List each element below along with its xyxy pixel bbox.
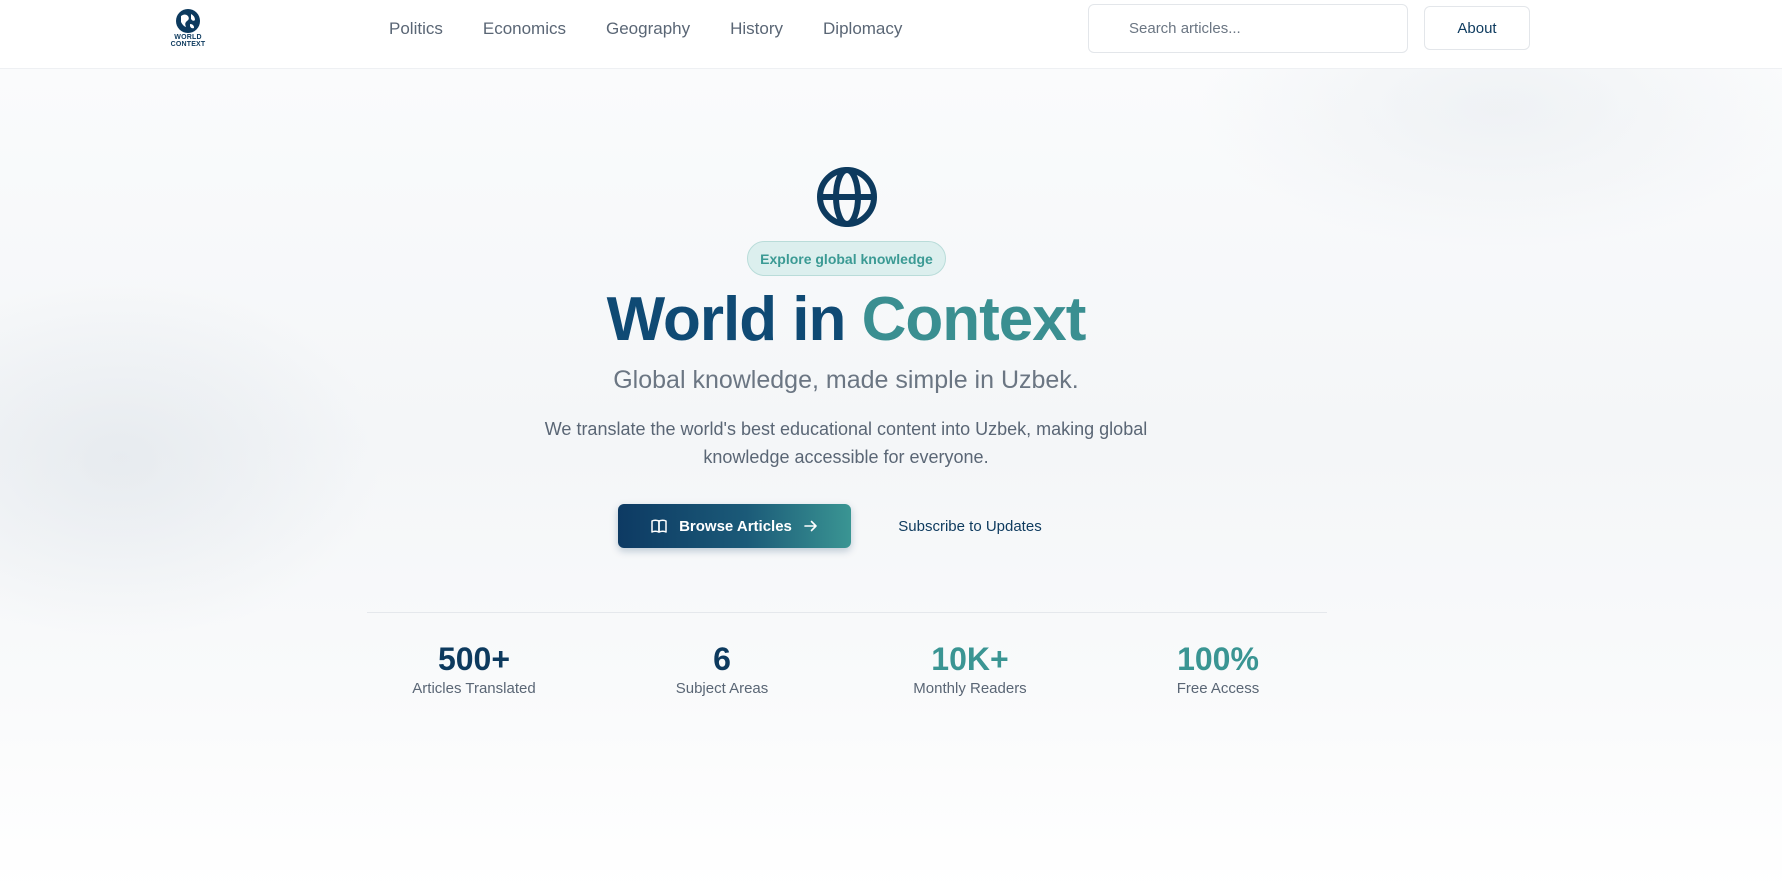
stat-readers: 10K+ Monthly Readers <box>870 640 1070 697</box>
title-part-context: Context <box>861 285 1087 354</box>
hero-section: Explore global knowledge World in Contex… <box>0 69 1782 893</box>
hero-subtitle: Global knowledge, made simple in Uzbek. <box>613 366 1079 394</box>
stat-label: Articles Translated <box>412 680 536 697</box>
nav-geography[interactable]: Geography <box>606 19 690 39</box>
stat-value: 500+ <box>437 641 511 677</box>
stat-label: Free Access <box>1176 680 1260 697</box>
hero-badge: Explore global knowledge <box>747 241 946 276</box>
logo-text-bottom: CONTEXT <box>170 41 206 48</box>
nav-economics[interactable]: Economics <box>483 19 566 39</box>
site-logo[interactable]: WORLD CONTEXT <box>168 8 208 48</box>
stat-value: 10K+ <box>931 641 1009 677</box>
stat-free-access: 100% Free Access <box>1118 640 1318 697</box>
browse-articles-button[interactable]: Browse Articles <box>618 504 851 548</box>
globe-icon <box>817 167 877 227</box>
main-nav: Politics Economics Geography History Dip… <box>389 0 942 57</box>
about-button[interactable]: About <box>1424 6 1530 50</box>
hero-description: We translate the world's best educationa… <box>544 419 1148 467</box>
nav-history[interactable]: History <box>730 19 783 39</box>
search-input[interactable] <box>1129 5 1399 52</box>
stat-subjects: 6 Subject Areas <box>622 640 822 697</box>
subscribe-button[interactable]: Subscribe to Updates <box>880 504 1060 548</box>
logo-text-top: WORLD <box>174 34 202 41</box>
stat-value: 100% <box>1177 641 1259 677</box>
nav-diplomacy[interactable]: Diplomacy <box>823 19 902 39</box>
title-part-world-in: World in <box>606 285 847 354</box>
arrow-right-icon <box>804 520 818 532</box>
stats-divider <box>367 612 1327 613</box>
book-open-icon <box>651 519 667 533</box>
page-title: World in Context <box>0 283 1692 357</box>
search-box <box>1088 4 1408 53</box>
stat-label: Monthly Readers <box>913 680 1027 697</box>
stat-value: 6 <box>713 641 731 677</box>
stat-label: Subject Areas <box>675 680 769 697</box>
globe-logo-icon <box>176 9 200 33</box>
browse-articles-label: Browse Articles <box>679 517 792 535</box>
stat-articles: 500+ Articles Translated <box>374 640 574 697</box>
nav-politics[interactable]: Politics <box>389 19 443 39</box>
top-navbar: WORLD CONTEXT Politics Economics Geograp… <box>0 0 1782 69</box>
